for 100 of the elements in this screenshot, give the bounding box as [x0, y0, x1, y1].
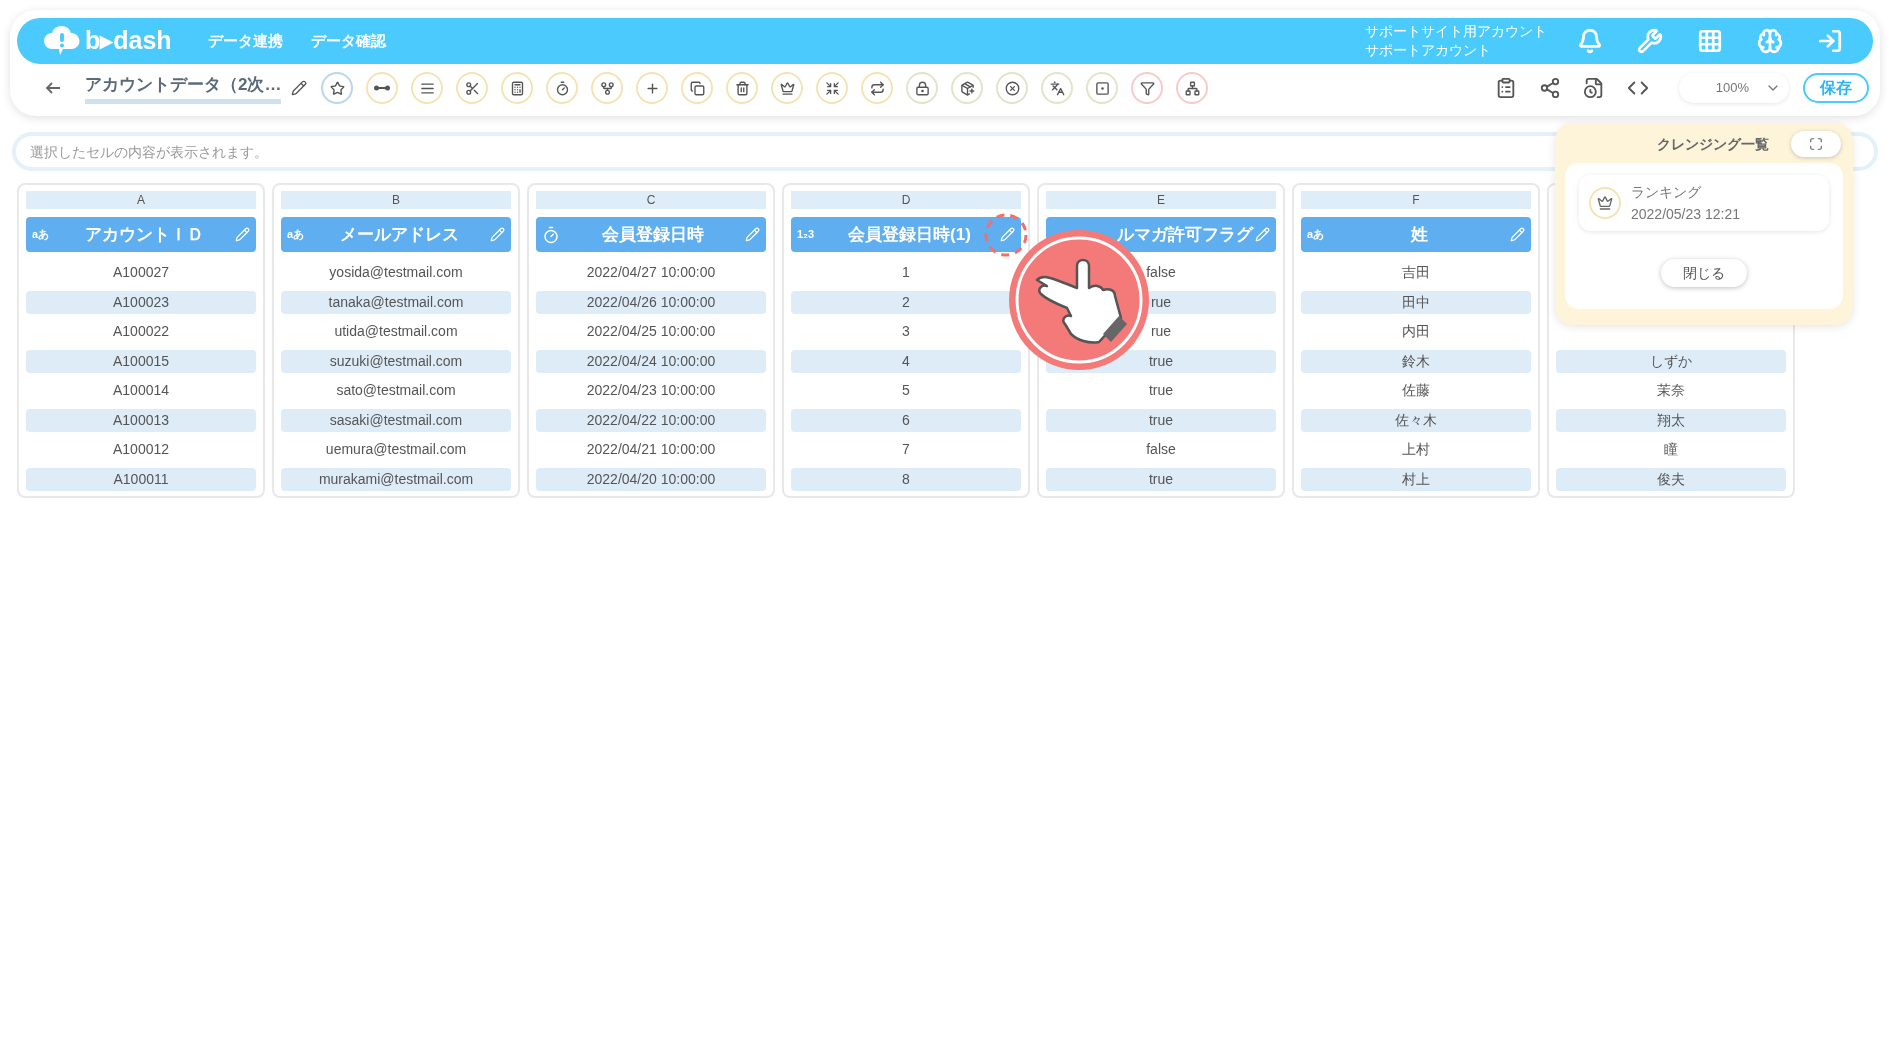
item-date: 2022/05/23 12:21 [1631, 205, 1740, 224]
translate-icon [1049, 80, 1065, 96]
cloud-logo-icon [43, 25, 81, 57]
back-arrow-icon[interactable] [45, 81, 61, 95]
column-letter[interactable]: F [1301, 191, 1531, 209]
table-cell[interactable]: 内田 [1301, 320, 1531, 344]
table-cell[interactable]: true [1046, 379, 1276, 403]
tool-button[interactable] [771, 72, 804, 104]
tool-button[interactable] [546, 72, 579, 104]
tool-button[interactable] [906, 72, 939, 104]
table-cell[interactable]: 村上 [1301, 467, 1531, 491]
tool-button[interactable] [951, 72, 984, 104]
table-cell[interactable]: 2022/04/20 10:00:00 [536, 467, 766, 491]
tool-button[interactable] [726, 72, 759, 104]
table-cell[interactable]: A100022 [26, 320, 256, 344]
tool-button[interactable] [591, 72, 624, 104]
panel-title: クレンジング一覧 [1657, 134, 1769, 154]
clipboard-icon[interactable] [1495, 77, 1517, 99]
table-cell[interactable]: A100015 [26, 349, 256, 373]
table-cell[interactable]: 2022/04/24 10:00:00 [536, 349, 766, 373]
edit-icon[interactable] [291, 80, 308, 96]
type-label: aあ [32, 227, 51, 243]
scissors-icon [464, 80, 480, 96]
dots-icon [374, 85, 391, 91]
lines-icon [419, 80, 435, 96]
column-letter[interactable]: E [1046, 191, 1276, 209]
table-cell[interactable]: uemura@testmail.com [281, 438, 511, 462]
table-cell[interactable]: true [1046, 408, 1276, 432]
table-cell[interactable]: yosida@testmail.com [281, 261, 511, 285]
table-cell[interactable]: 2022/04/21 10:00:00 [536, 438, 766, 462]
table-cell[interactable]: A100014 [26, 379, 256, 403]
table-cell[interactable]: 2022/04/26 10:00:00 [536, 290, 766, 314]
table-cell[interactable]: 8 [791, 467, 1021, 491]
tool-button[interactable] [681, 72, 714, 104]
dataset-title[interactable]: アカウントデータ（2次… [85, 72, 282, 104]
column-letter[interactable]: A [26, 191, 256, 209]
copy-icon [689, 80, 705, 96]
table-cell[interactable]: 2022/04/27 10:00:00 [536, 261, 766, 285]
tool-button[interactable] [1086, 72, 1119, 104]
table-cell[interactable]: suzuki@testmail.com [281, 349, 511, 373]
table-cell[interactable]: 翔太 [1556, 408, 1786, 432]
table-cell[interactable]: A100012 [26, 438, 256, 462]
tool-button[interactable] [816, 72, 849, 104]
table-cell[interactable]: 2022/04/23 10:00:00 [536, 379, 766, 403]
file-history-icon[interactable] [1583, 77, 1605, 99]
table-cell[interactable]: 上村 [1301, 438, 1531, 462]
table-cell[interactable]: A100027 [26, 261, 256, 285]
table-cell[interactable]: false [1046, 438, 1276, 462]
column-name: 会員登録日時(1) [847, 223, 972, 246]
table-cell[interactable]: 佐々木 [1301, 408, 1531, 432]
table-cell[interactable]: 瞳 [1556, 438, 1786, 462]
table-cell[interactable]: 2022/04/22 10:00:00 [536, 408, 766, 432]
table-cell[interactable]: 茉奈 [1556, 379, 1786, 403]
x-circle-icon [1004, 80, 1020, 96]
table-cell[interactable]: A100013 [26, 408, 256, 432]
table-cell[interactable]: 佐藤 [1301, 379, 1531, 403]
table-cell[interactable]: 吉田 [1301, 261, 1531, 285]
table-cell[interactable]: しずか [1556, 349, 1786, 373]
type-label: 1₂3 [797, 227, 816, 243]
account-name: サポートサイト用アカウント [1365, 22, 1547, 41]
table-cell[interactable]: A100011 [26, 467, 256, 491]
table-cell[interactable]: sasaki@testmail.com [281, 408, 511, 432]
table-cell[interactable]: 7 [791, 438, 1021, 462]
tool-button[interactable] [1041, 72, 1074, 104]
tool-button[interactable] [996, 72, 1029, 104]
column-letter[interactable]: D [791, 191, 1021, 209]
table-cell[interactable]: 俊夫 [1556, 467, 1786, 491]
table-cell[interactable]: true [1046, 467, 1276, 491]
table-cell[interactable]: 田中 [1301, 290, 1531, 314]
table-cell[interactable]: A100023 [26, 290, 256, 314]
table-cell[interactable]: tanaka@testmail.com [281, 290, 511, 314]
tool-button[interactable] [861, 72, 894, 104]
star-icon [329, 80, 345, 96]
tool-button[interactable] [456, 72, 489, 104]
table-cell[interactable]: 4 [791, 349, 1021, 373]
tool-button[interactable] [366, 72, 399, 104]
table-cell[interactable]: utida@testmail.com [281, 320, 511, 344]
table-cell[interactable]: 6 [791, 408, 1021, 432]
table-cell[interactable]: 2022/04/25 10:00:00 [536, 320, 766, 344]
column-letter[interactable]: B [281, 191, 511, 209]
stopwatch-icon [542, 225, 560, 244]
table-cell[interactable]: 鈴木 [1301, 349, 1531, 373]
tool-button[interactable] [1131, 72, 1164, 104]
table-cell[interactable]: murakami@testmail.com [281, 467, 511, 491]
cleansing-item[interactable]: ランキング 2022/05/23 12:21 [1579, 175, 1829, 231]
tool-button[interactable] [1176, 72, 1209, 104]
crown-badge-icon [1589, 187, 1621, 219]
zoom-select[interactable]: 100% [1679, 73, 1789, 103]
column-name: メールアドレス [339, 223, 460, 246]
fork-icon [599, 80, 615, 96]
column-name: 会員登録日時 [600, 223, 705, 246]
tool-button[interactable] [321, 72, 354, 104]
table-cell[interactable]: 5 [791, 379, 1021, 403]
plus-icon [644, 80, 660, 96]
tool-button[interactable] [411, 72, 444, 104]
tool-button[interactable] [501, 72, 534, 104]
share-icon[interactable] [1539, 77, 1561, 99]
column-letter[interactable]: C [536, 191, 766, 209]
table-cell[interactable]: sato@testmail.com [281, 379, 511, 403]
close-button[interactable]: 閉じる [1661, 259, 1747, 287]
